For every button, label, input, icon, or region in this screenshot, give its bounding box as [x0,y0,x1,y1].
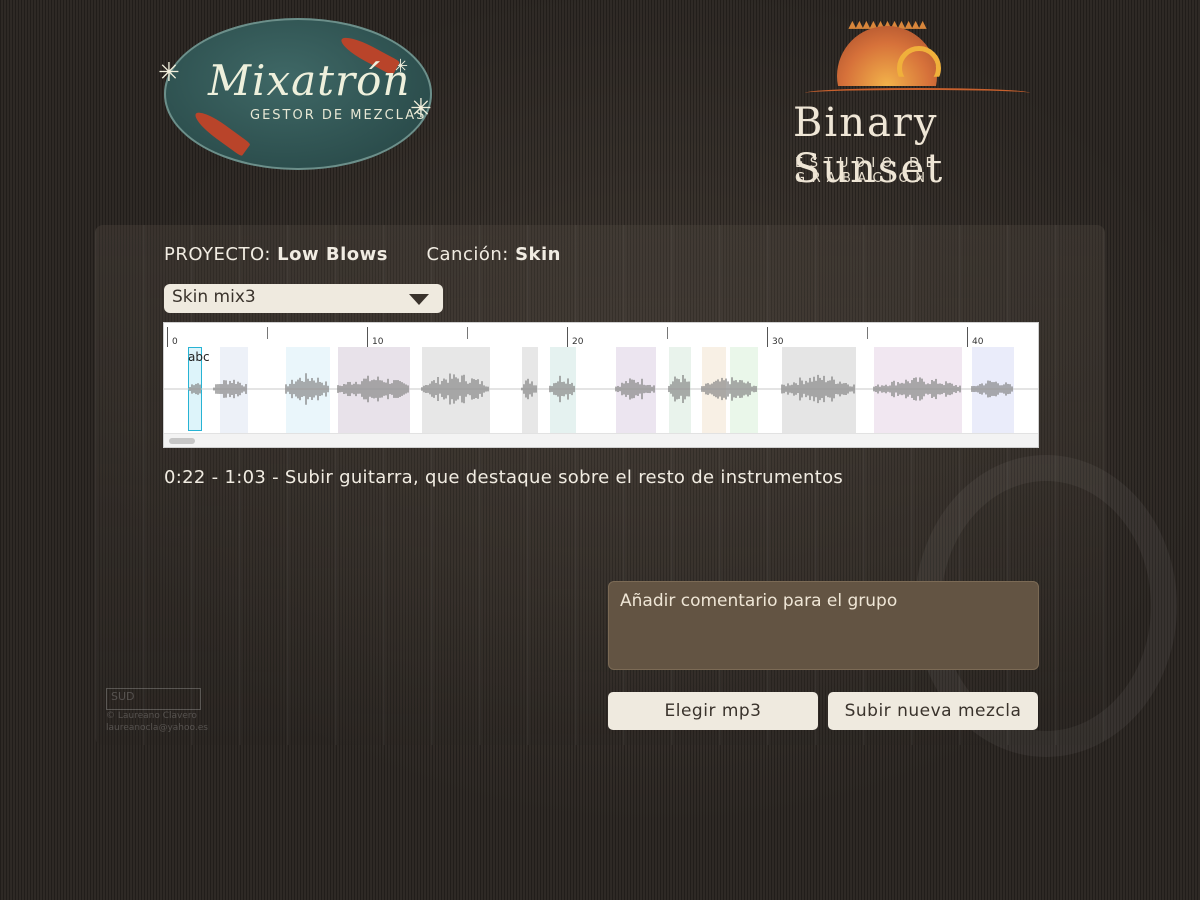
logo-subtitle: ESTUDIO DE GRABACIÓN [795,156,941,186]
mix-select-value: Skin mix3 [172,287,256,307]
watermark-email: laureanocla@yahoo.es [106,723,208,733]
project-info: PROYECTO: Low Blows Canción: Skin [164,244,561,265]
waveform-timeline[interactable]: 0 10 20 30 40 abc [163,322,1039,448]
ruler-label: 40 [972,337,984,347]
photo-watermark: SUD © Laureano Clavero laureanocla@yahoo… [106,688,208,734]
audio-waveform [164,373,1038,405]
selected-comment-text: 0:22 - 1:03 - Subir guitarra, que destaq… [164,467,844,488]
scrollbar-thumb[interactable] [169,438,195,444]
timeline-scrollbar[interactable] [164,433,1038,447]
logo-subtitle: GESTOR DE MEZCLAS [250,108,427,123]
ruler-tick [167,327,168,347]
ruler-label: 20 [572,337,584,347]
watermark-box: SUD [106,688,201,710]
watermark-credit: © Laureano Clavero [106,711,197,721]
ruler-tick [467,327,468,339]
project-name: Low Blows [277,244,388,265]
ruler-tick [567,327,568,347]
song-name: Skin [515,244,561,265]
chevron-down-icon [409,294,429,305]
ruler-label: 10 [372,337,384,347]
timeline-ruler: 0 10 20 30 40 [164,323,1038,347]
ruler-tick [967,327,968,347]
song-label: Canción: [426,244,509,265]
group-comment-input[interactable] [608,581,1039,670]
horizon-line [805,88,1030,98]
ruler-tick [867,327,868,339]
ruler-label: 0 [172,337,178,347]
ruler-tick [267,327,268,339]
upload-mix-button[interactable]: Subir nueva mezcla [828,692,1038,730]
logo-title: Mixatrón [208,56,411,105]
star-icon: ✳ [158,58,180,88]
mixatron-logo: ✳ ✳ ✳ Mixatrón GESTOR DE MEZCLAS [158,18,443,173]
binary-sunset-logo: ▴▴▴▴▴▴▴▴▴▴▴ Binary Sunset ESTUDIO DE GRA… [785,8,1050,192]
ruler-tick [767,327,768,347]
mix-version-select[interactable]: Skin mix3 [164,284,443,313]
project-label: PROYECTO: [164,244,271,265]
ruler-tick [367,327,368,347]
ruler-label: 30 [772,337,784,347]
ruler-tick [667,327,668,339]
choose-mp3-button[interactable]: Elegir mp3 [608,692,818,730]
